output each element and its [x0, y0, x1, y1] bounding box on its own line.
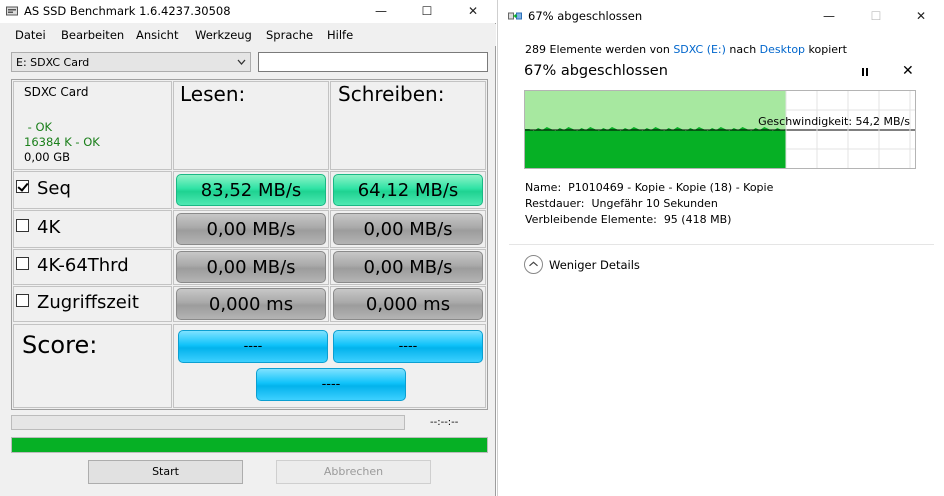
copy-progress-dialog: 67% abgeschlossen — ☐ ✕ 289 Elemente wer… — [497, 0, 944, 496]
4k-read-result: 0,00 MB/s — [176, 213, 326, 245]
speed-area — [525, 127, 786, 168]
transfer-speed-graph: Geschwindigkeit: 54,2 MB/s — [524, 90, 916, 169]
menu-datei[interactable]: Datei — [15, 28, 46, 42]
abort-button[interactable]: Abbrechen — [276, 460, 431, 484]
4k-checkbox[interactable]: 4K — [16, 217, 60, 238]
detail-items-value: 95 (418 MB) — [663, 213, 732, 226]
summary-suffix: kopiert — [805, 43, 847, 56]
drive-size: 0,00 GB — [24, 150, 71, 164]
summary-middle: nach — [725, 43, 760, 56]
speed-graph-svg — [525, 91, 915, 168]
as-ssd-window: AS SSD Benchmark 1.6.4237.30508 — ☐ ✕ Da… — [0, 0, 496, 496]
checkbox-unchecked-icon — [16, 294, 29, 307]
copy-files-icon — [508, 12, 522, 20]
source-link[interactable]: SDXC (E:) — [673, 43, 726, 56]
checkbox-unchecked-icon — [16, 219, 29, 232]
driver-status: - OK — [24, 120, 53, 134]
detail-time-label: Restdauer: — [525, 197, 585, 210]
minimize-button[interactable]: — — [358, 0, 404, 23]
read-column-header: Lesen: — [180, 82, 246, 106]
checkbox-checked-icon — [16, 180, 29, 193]
menu-sprache[interactable]: Sprache — [266, 28, 313, 42]
access-time-checkbox[interactable]: Zugriffszeit — [16, 292, 139, 313]
seq-read-result: 83,52 MB/s — [176, 174, 326, 206]
access-time-read-result: 0,000 ms — [176, 288, 326, 320]
access-time-write-result: 0,000 ms — [333, 288, 483, 320]
access-time-label: Zugriffszeit — [37, 292, 139, 313]
menu-bar: Datei Bearbeiten Ansicht Werkzeug Sprach… — [0, 24, 496, 46]
score-total: ---- — [256, 368, 406, 401]
4k-64thrd-label: 4K-64Thrd — [37, 255, 129, 276]
dialog-title: 67% abgeschlossen — [528, 9, 643, 23]
4k-write-result: 0,00 MB/s — [333, 213, 483, 245]
percent-complete: 67% abgeschlossen — [524, 63, 668, 79]
overall-progress-fill — [12, 438, 487, 452]
detail-items-label: Verbleibende Elemente: — [525, 213, 657, 226]
window-title: AS SSD Benchmark 1.6.4237.30508 — [24, 4, 231, 18]
detail-name-value: P1010469 - Kopie - Kopie (18) - Kopie — [568, 181, 774, 194]
chevron-up-icon[interactable] — [524, 255, 543, 274]
copy-summary: 289 Elemente werden von SDXC (E:) nach D… — [525, 43, 847, 56]
detail-remaining-items: Verbleibende Elemente: 95 (418 MB) — [525, 213, 731, 226]
speed-readout: Geschwindigkeit: 54,2 MB/s — [758, 115, 910, 128]
seq-checkbox[interactable]: Seq — [16, 178, 71, 199]
detail-name: Name: P1010469 - Kopie - Kopie (18) - Ko… — [525, 181, 773, 194]
seq-label: Seq — [37, 178, 71, 199]
4k-label: 4K — [37, 217, 61, 238]
detail-name-label: Name: — [525, 181, 562, 194]
dialog-close-button[interactable]: ✕ — [898, 0, 944, 32]
divider — [509, 244, 934, 245]
elapsed-time: --:--:-- — [430, 417, 459, 428]
write-column-header: Schreiben: — [338, 82, 445, 106]
destination-link[interactable]: Desktop — [760, 43, 805, 56]
fewer-details-toggle[interactable]: Weniger Details — [549, 258, 640, 272]
checkbox-unchecked-icon — [16, 257, 29, 270]
4k-64thrd-checkbox[interactable]: 4K-64Thrd — [16, 255, 129, 276]
menu-ansicht[interactable]: Ansicht — [136, 28, 178, 42]
4k-64thrd-write-result: 0,00 MB/s — [333, 251, 483, 283]
dialog-title-bar[interactable]: 67% abgeschlossen — ☐ ✕ — [498, 0, 944, 32]
score-label: Score: — [22, 331, 98, 359]
dialog-minimize-button[interactable]: — — [806, 0, 852, 32]
drive-name: SDXC Card — [24, 85, 89, 99]
start-button[interactable]: Start — [88, 460, 243, 484]
score-read: ---- — [178, 330, 328, 363]
pause-icon[interactable] — [856, 64, 874, 80]
test-progress-bar — [11, 415, 405, 430]
menu-werkzeug[interactable]: Werkzeug — [195, 28, 252, 42]
drive-select-value: E: SDXC Card — [16, 56, 90, 69]
alignment-status: 16384 K - OK — [24, 135, 100, 149]
app-icon — [6, 6, 18, 16]
summary-prefix: 289 Elemente werden von — [525, 43, 674, 56]
close-button[interactable]: ✕ — [450, 0, 496, 23]
menu-bearbeiten[interactable]: Bearbeiten — [61, 28, 124, 42]
detail-remaining-time: Restdauer: Ungefähr 10 Sekunden — [525, 197, 718, 210]
dialog-maximize-button[interactable]: ☐ — [853, 0, 899, 32]
score-write: ---- — [333, 330, 483, 363]
title-bar[interactable]: AS SSD Benchmark 1.6.4237.30508 — ☐ ✕ — [0, 0, 496, 23]
seq-write-result: 64,12 MB/s — [333, 174, 483, 206]
menu-hilfe[interactable]: Hilfe — [327, 28, 353, 42]
cancel-copy-icon[interactable]: ✕ — [902, 63, 914, 79]
maximize-button[interactable]: ☐ — [404, 0, 450, 23]
detail-time-value: Ungefähr 10 Sekunden — [591, 197, 718, 210]
drive-text-field[interactable] — [258, 52, 488, 72]
drive-select[interactable]: E: SDXC Card — [11, 52, 251, 72]
4k-64thrd-read-result: 0,00 MB/s — [176, 251, 326, 283]
chevron-down-icon — [237, 59, 246, 65]
overall-progress-bar — [11, 437, 488, 453]
